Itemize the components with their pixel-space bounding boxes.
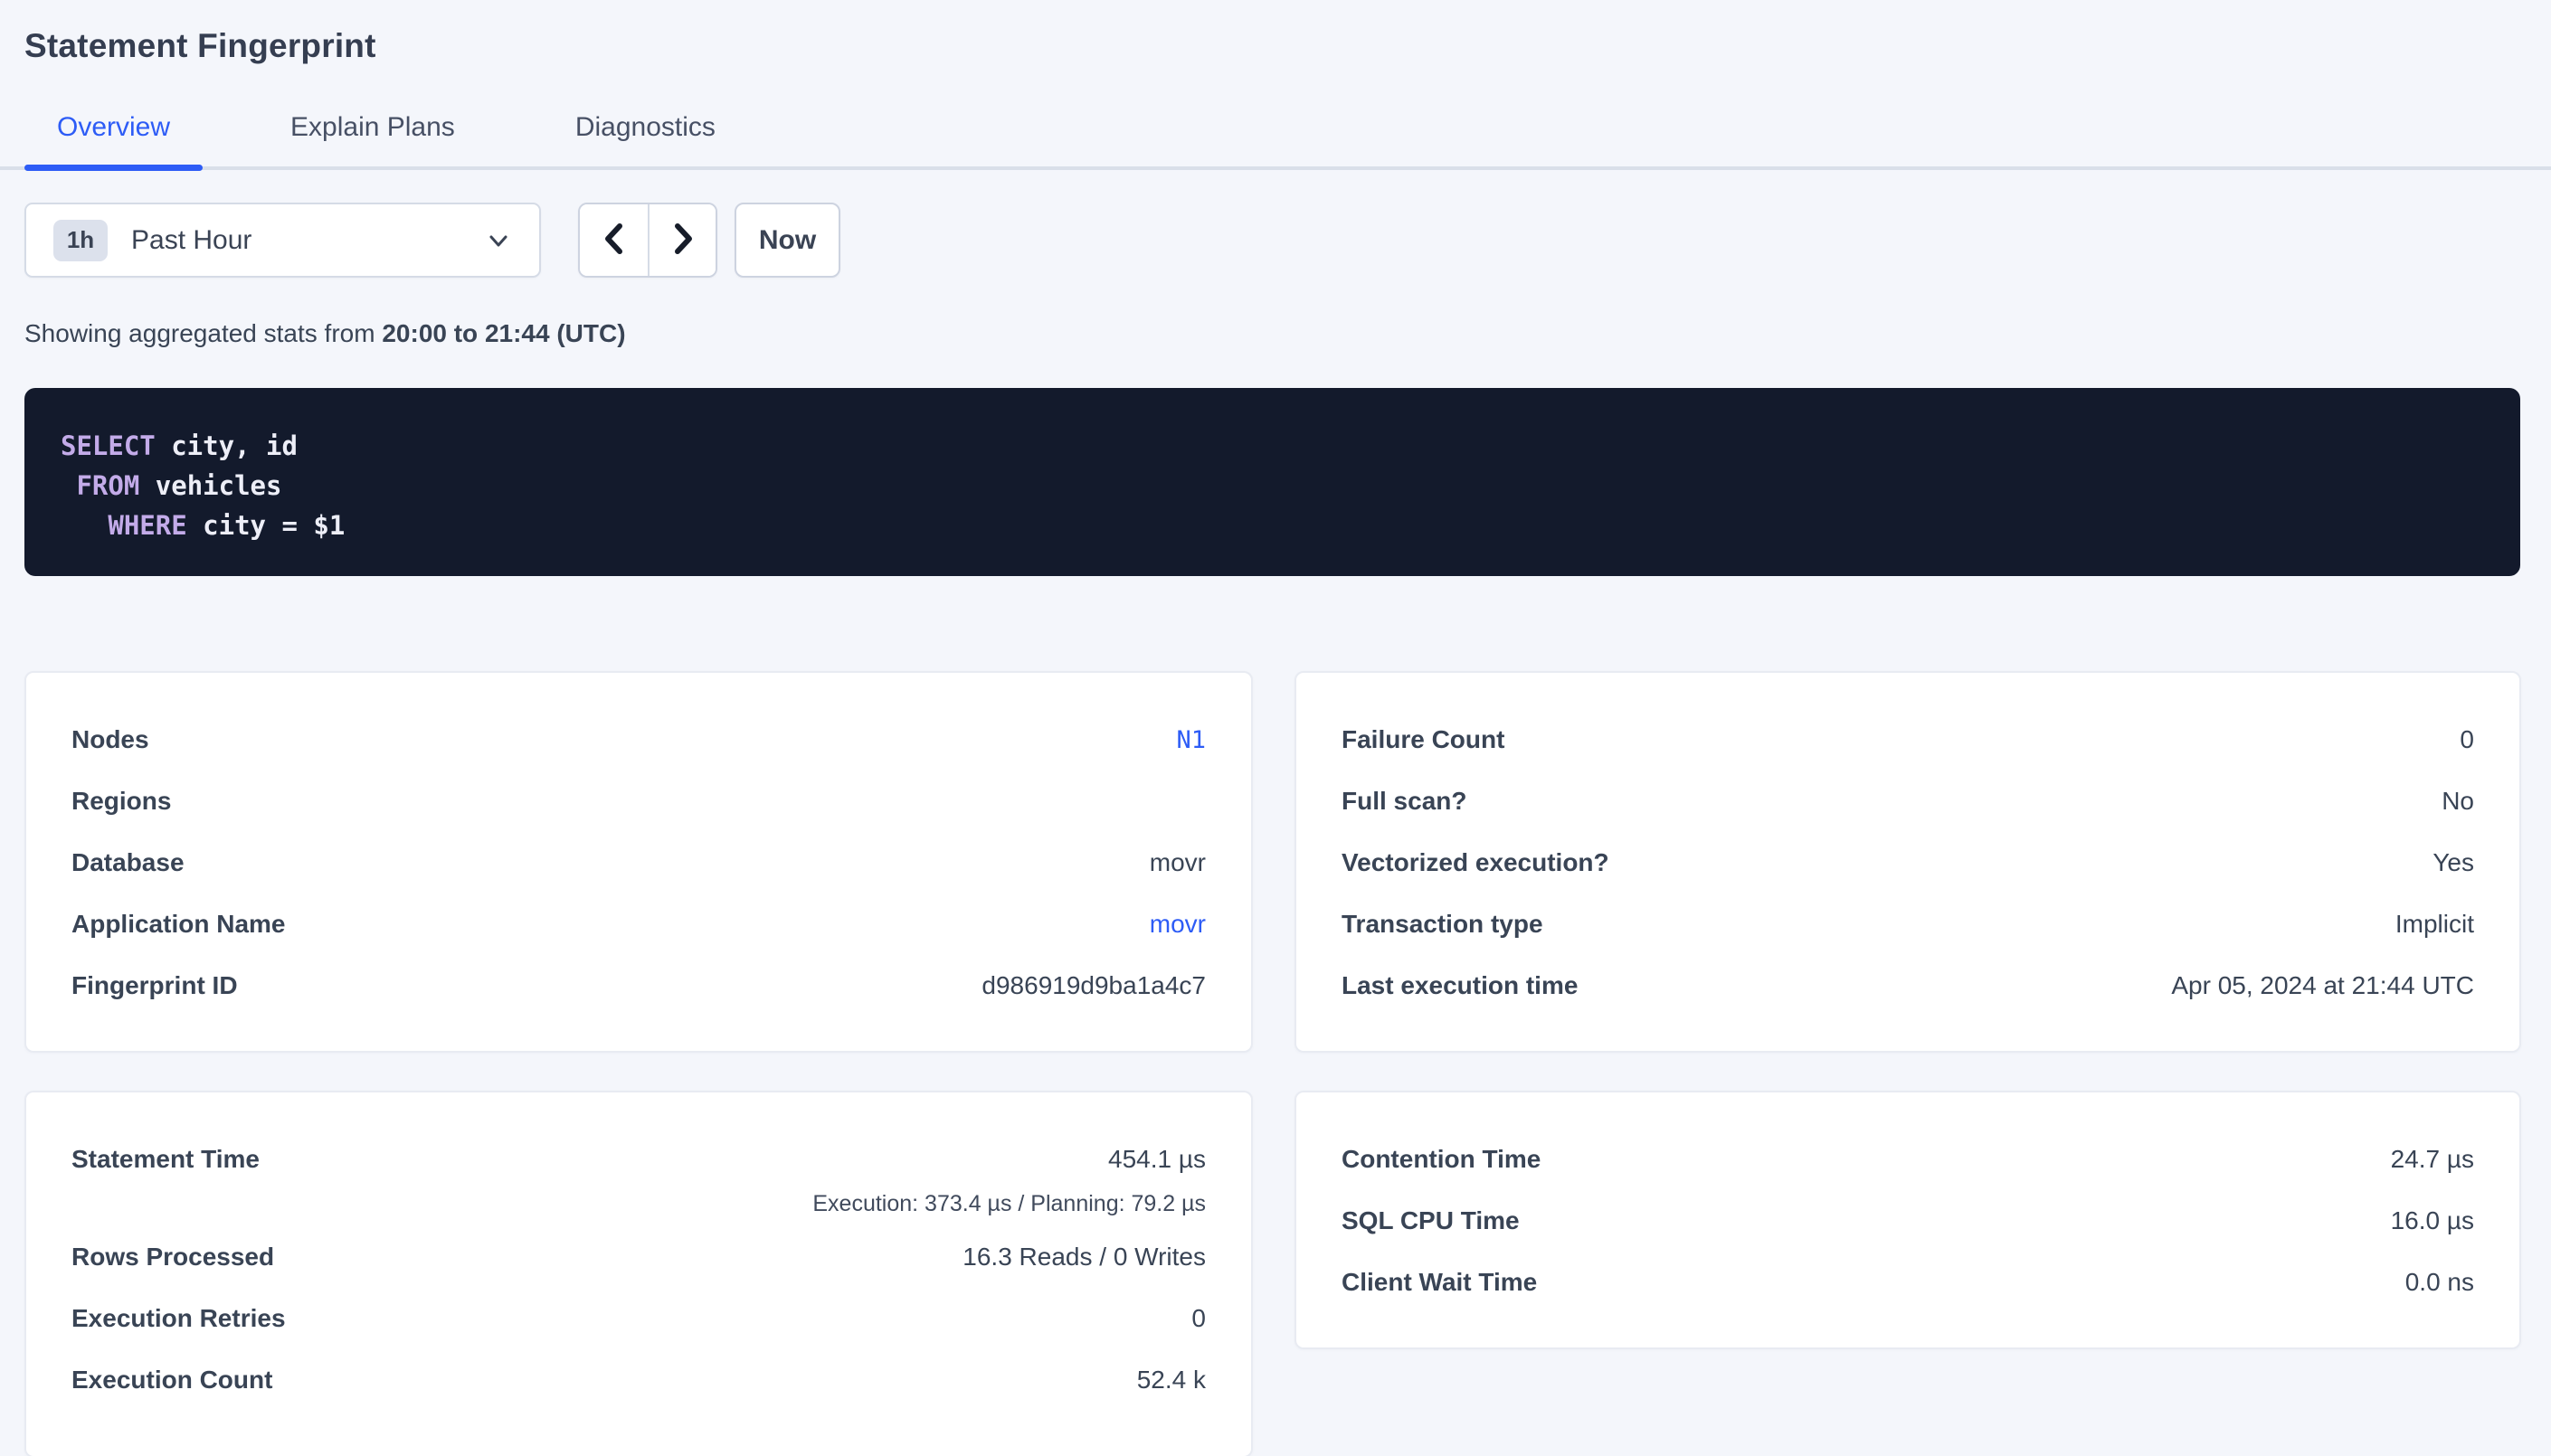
application-name-row: Application Name movr (71, 893, 1206, 955)
vectorized-execution-row: Vectorized execution? Yes (1342, 832, 2474, 893)
sql-cpu-time-row: SQL CPU Time 16.0 µs (1342, 1190, 2474, 1252)
execution-count-label: Execution Count (71, 1366, 272, 1395)
transaction-type-label: Transaction type (1342, 910, 1543, 939)
last-execution-time-row: Last execution time Apr 05, 2024 at 21:4… (1342, 955, 2474, 1016)
tab-overview[interactable]: Overview (24, 112, 203, 166)
fingerprint-id-label: Fingerprint ID (71, 971, 238, 1000)
rows-processed-value: 16.3 Reads / 0 Writes (963, 1243, 1206, 1272)
execution-count-value: 52.4 k (1137, 1366, 1206, 1395)
sql-keyword: SELECT (61, 430, 156, 461)
rows-processed-row: Rows Processed 16.3 Reads / 0 Writes (71, 1226, 1206, 1288)
fingerprint-id-row: Fingerprint ID d986919d9ba1a4c7 (71, 955, 1206, 1016)
execution-retries-row: Execution Retries 0 (71, 1288, 1206, 1349)
transaction-type-row: Transaction type Implicit (1342, 893, 2474, 955)
time-step-buttons (578, 203, 717, 278)
aggregated-stats-line: Showing aggregated stats from 20:00 to 2… (24, 319, 2551, 348)
active-tab-indicator (24, 165, 203, 171)
nodes-label: Nodes (71, 725, 149, 754)
regions-row: Regions (71, 771, 1206, 832)
transaction-type-value: Implicit (2395, 910, 2474, 939)
full-scan-value: No (2442, 787, 2474, 816)
application-name-label: Application Name (71, 910, 285, 939)
time-range-label: Past Hour (131, 225, 251, 256)
time-range-dropdown[interactable]: 1h Past Hour (24, 203, 541, 278)
regions-label: Regions (71, 787, 171, 816)
sql-statement-text: SELECT city, id FROM vehicles WHERE city… (61, 426, 2484, 545)
now-button[interactable]: Now (735, 203, 840, 278)
chevron-left-icon (601, 221, 628, 260)
nodes-link[interactable]: N1 (1176, 726, 1206, 754)
chevron-right-icon (669, 221, 697, 260)
sql-statement-box: SELECT city, id FROM vehicles WHERE city… (24, 388, 2520, 576)
failure-count-label: Failure Count (1342, 725, 1504, 754)
summary-card-right: Failure Count 0 Full scan? No Vectorized… (1294, 671, 2521, 1053)
client-wait-time-row: Client Wait Time 0.0 ns (1342, 1252, 2474, 1313)
rows-processed-label: Rows Processed (71, 1243, 274, 1272)
last-execution-time-value: Apr 05, 2024 at 21:44 UTC (2171, 971, 2474, 1000)
contention-time-label: Contention Time (1342, 1145, 1541, 1174)
database-row: Database movr (71, 832, 1206, 893)
vectorized-execution-value: Yes (2432, 848, 2474, 877)
statement-time-value: 454.1 µs (1108, 1145, 1206, 1174)
chevron-down-icon (485, 227, 512, 254)
tab-overview-label: Overview (57, 112, 170, 142)
tab-diagnostics-label: Diagnostics (575, 112, 716, 142)
execution-attributes-card: Statement Time 454.1 µs Execution: 373.4… (24, 1091, 1253, 1456)
next-time-range-button[interactable] (648, 204, 716, 276)
fingerprint-id-value: d986919d9ba1a4c7 (982, 971, 1206, 1000)
client-wait-time-label: Client Wait Time (1342, 1268, 1537, 1297)
sql-text: city = $1 (187, 510, 346, 541)
database-value: movr (1150, 848, 1206, 877)
failure-count-row: Failure Count 0 (1342, 709, 2474, 771)
tab-bar: Overview Explain Plans Diagnostics (0, 112, 2551, 170)
contention-time-value: 24.7 µs (2391, 1145, 2474, 1174)
sql-cpu-time-label: SQL CPU Time (1342, 1206, 1520, 1235)
full-scan-label: Full scan? (1342, 787, 1466, 816)
client-wait-time-value: 0.0 ns (2405, 1268, 2474, 1297)
execution-count-row: Execution Count 52.4 k (71, 1349, 1206, 1411)
application-name-link[interactable]: movr (1150, 910, 1206, 939)
failure-count-value: 0 (2460, 725, 2474, 754)
page-title: Statement Fingerprint (24, 27, 2520, 65)
tab-explain-plans[interactable]: Explain Plans (258, 112, 488, 166)
database-label: Database (71, 848, 185, 877)
nodes-row: Nodes N1 (71, 709, 1206, 771)
statement-time-row: Statement Time 454.1 µs Execution: 373.4… (71, 1129, 1206, 1226)
tab-diagnostics[interactable]: Diagnostics (543, 112, 748, 166)
aggregated-stats-range: 20:00 to 21:44 (UTC) (382, 319, 625, 347)
last-execution-time-label: Last execution time (1342, 971, 1578, 1000)
execution-retries-label: Execution Retries (71, 1304, 286, 1333)
vectorized-execution-label: Vectorized execution? (1342, 848, 1609, 877)
timing-card: Contention Time 24.7 µs SQL CPU Time 16.… (1294, 1091, 2521, 1349)
summary-card-left: Nodes N1 Regions Database movr Applicati… (24, 671, 1253, 1053)
full-scan-row: Full scan? No (1342, 771, 2474, 832)
previous-time-range-button[interactable] (580, 204, 648, 276)
execution-retries-value: 0 (1191, 1304, 1206, 1333)
statement-time-label: Statement Time (71, 1145, 260, 1174)
statement-time-breakdown: Execution: 373.4 µs / Planning: 79.2 µs (71, 1190, 1206, 1226)
contention-time-row: Contention Time 24.7 µs (1342, 1129, 2474, 1190)
time-range-badge: 1h (53, 220, 108, 261)
sql-cpu-time-value: 16.0 µs (2391, 1206, 2474, 1235)
time-controls: 1h Past Hour Now (24, 203, 2551, 278)
aggregated-stats-prefix: Showing aggregated stats from (24, 319, 382, 347)
sql-keyword: WHERE (108, 510, 186, 541)
tab-explain-plans-label: Explain Plans (290, 112, 455, 142)
sql-keyword: FROM (76, 470, 139, 501)
